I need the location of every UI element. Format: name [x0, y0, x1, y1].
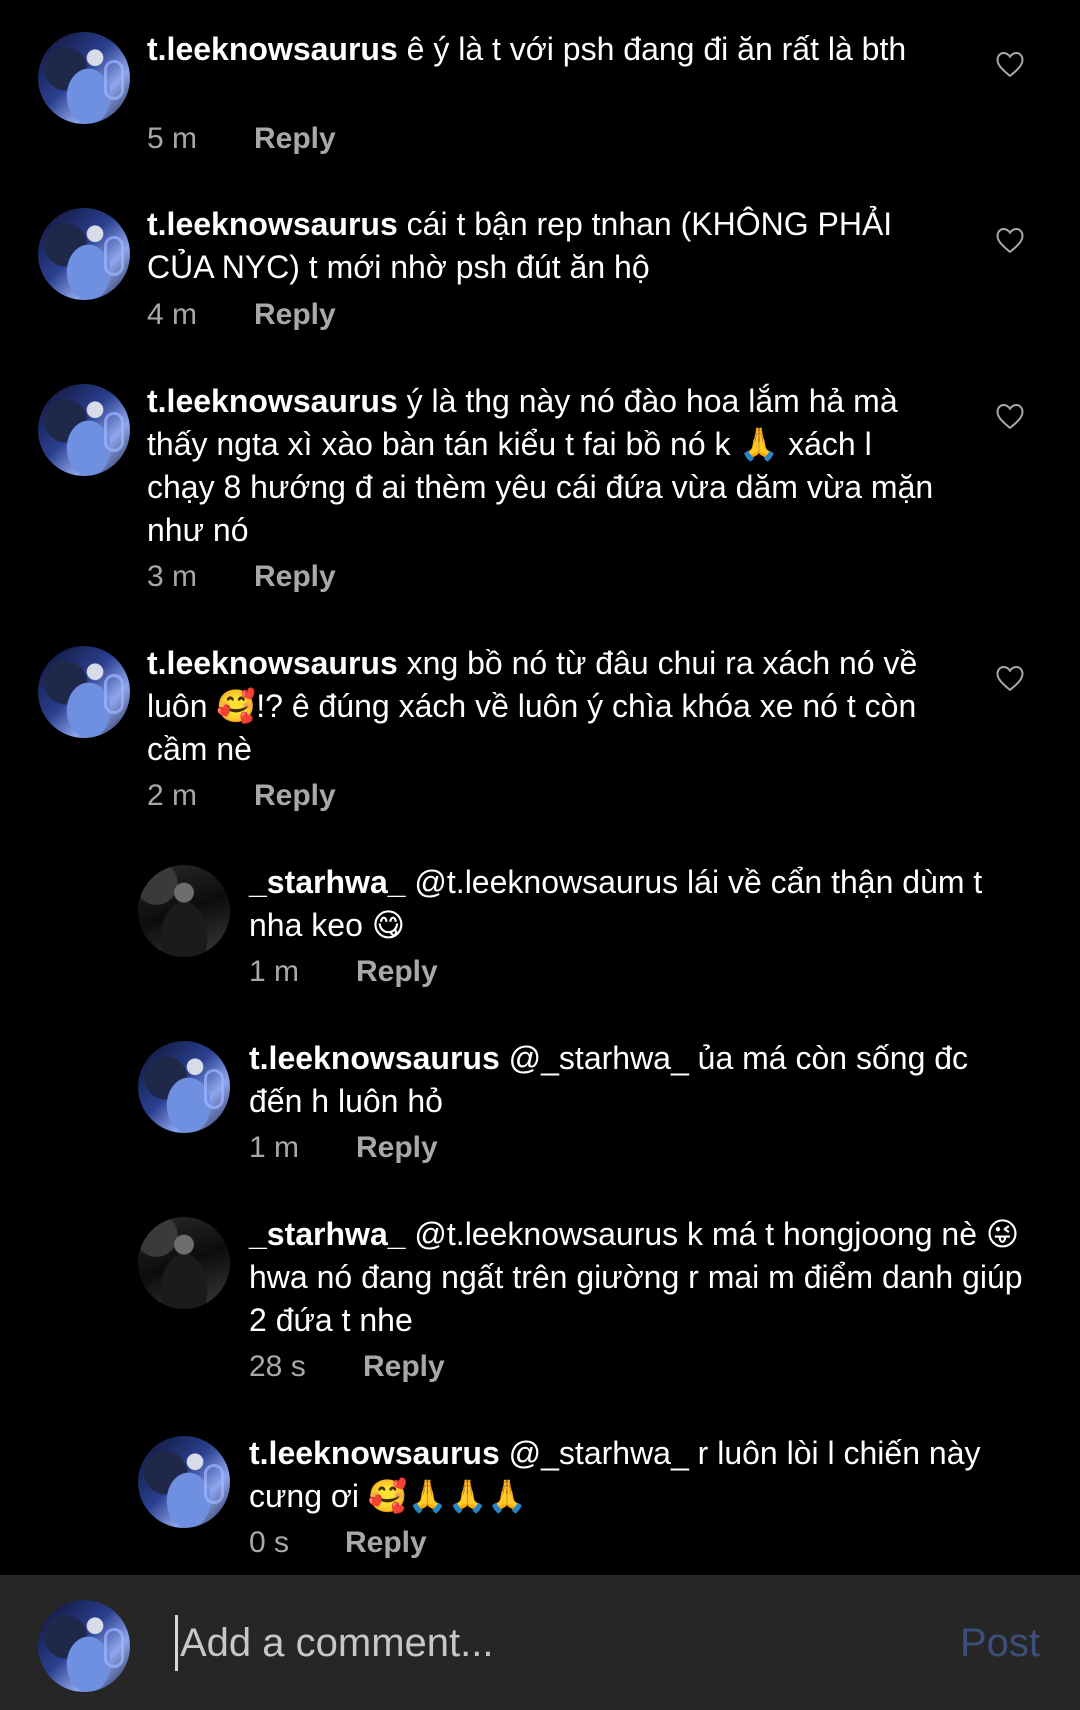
reply-text-block: _starhwa_ @t.leeknowsaurus k má t hongjo…: [249, 1213, 1029, 1342]
reply-text-block: _starhwa_ @t.leeknowsaurus lái về cẩn th…: [249, 861, 1009, 947]
comment-time: 3 m: [147, 560, 198, 593]
reply-text-block: t.leeknowsaurus @_starhwa_ r luôn lòi l …: [249, 1432, 1029, 1518]
comment-text-block: t.leeknowsaurus xng bồ nó từ đâu chui ra…: [147, 642, 947, 771]
profile-photo-blue-icon[interactable]: [38, 384, 130, 476]
reply-button[interactable]: Reply: [254, 778, 336, 814]
profile-photo-blue-icon[interactable]: [138, 1436, 230, 1528]
comment-username[interactable]: t.leeknowsaurus: [147, 206, 398, 242]
comment-username[interactable]: t.leeknowsaurus: [147, 31, 398, 67]
profile-photo-dark-icon[interactable]: [138, 1217, 230, 1309]
reply-username[interactable]: _starhwa_: [249, 864, 406, 900]
reply-time: 0 s: [249, 1526, 290, 1559]
comment-meta: 5 m Reply: [147, 121, 336, 157]
reply-username[interactable]: _starhwa_: [249, 1216, 406, 1252]
profile-photo-blue-icon[interactable]: [38, 32, 130, 124]
reply-button[interactable]: Reply: [345, 1525, 427, 1561]
reply-meta: 28 s Reply: [249, 1349, 445, 1385]
comment-meta: 2 m Reply: [147, 778, 336, 814]
comment-time: 5 m: [147, 122, 198, 155]
reply-username[interactable]: t.leeknowsaurus: [249, 1435, 500, 1471]
reply-time: 1 m: [249, 955, 300, 988]
comment-username[interactable]: t.leeknowsaurus: [147, 645, 398, 681]
comment-text-block: t.leeknowsaurus ý là thg này nó đào hoa …: [147, 380, 947, 552]
reply-time: 28 s: [249, 1350, 306, 1383]
reply-button[interactable]: Reply: [254, 121, 336, 157]
heart-icon[interactable]: [995, 50, 1025, 78]
reply-meta: 1 m Reply: [249, 954, 438, 990]
profile-photo-blue-icon[interactable]: [138, 1041, 230, 1133]
reply-meta: 1 m Reply: [249, 1130, 438, 1166]
reply-button[interactable]: Reply: [356, 1130, 438, 1166]
reply-button[interactable]: Reply: [356, 954, 438, 990]
reply-time: 1 m: [249, 1131, 300, 1164]
comment-body: ê ý là t với psh đang đi ăn rất là bth: [406, 31, 907, 67]
comment-composer: Add a comment... Post: [0, 1575, 1080, 1710]
profile-photo-blue-icon[interactable]: [38, 208, 130, 300]
heart-icon[interactable]: [995, 402, 1025, 430]
comment-input[interactable]: Add a comment...: [175, 1615, 935, 1671]
comment-meta: 3 m Reply: [147, 559, 336, 595]
comments-thread: t.leeknowsaurus ê ý là t với psh đang đi…: [0, 0, 1080, 1575]
profile-photo-dark-icon[interactable]: [138, 865, 230, 957]
heart-icon[interactable]: [995, 664, 1025, 692]
reply-username[interactable]: t.leeknowsaurus: [249, 1040, 500, 1076]
reply-button[interactable]: Reply: [363, 1349, 445, 1385]
profile-photo-blue-icon: [38, 1600, 130, 1692]
reply-text-block: t.leeknowsaurus @_starhwa_ ủa má còn sốn…: [249, 1037, 1029, 1123]
comment-meta: 4 m Reply: [147, 297, 336, 333]
reply-button[interactable]: Reply: [254, 297, 336, 333]
reply-button[interactable]: Reply: [254, 559, 336, 595]
comment-time: 2 m: [147, 779, 198, 812]
comment-text-block: t.leeknowsaurus ê ý là t với psh đang đi…: [147, 28, 947, 71]
heart-icon[interactable]: [995, 226, 1025, 254]
post-button[interactable]: Post: [960, 1615, 1040, 1671]
comment-time: 4 m: [147, 298, 198, 331]
profile-photo-blue-icon[interactable]: [38, 646, 130, 738]
reply-meta: 0 s Reply: [249, 1525, 427, 1561]
comment-username[interactable]: t.leeknowsaurus: [147, 383, 398, 419]
comment-text-block: t.leeknowsaurus cái t bận rep tnhan (KHÔ…: [147, 203, 907, 289]
